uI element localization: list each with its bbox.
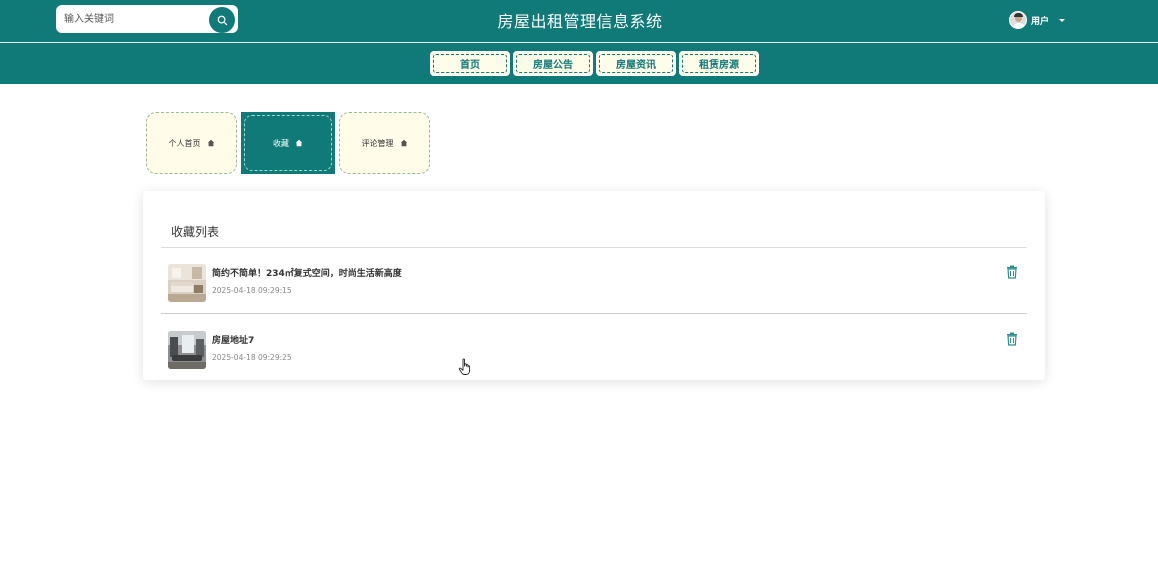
nav-item-label: 租赁房源 [699,60,739,71]
tab-label: 个人首页 [168,138,201,148]
tab-profile-home[interactable]: 个人首页 [146,112,237,174]
list-item[interactable]: 房屋地址7 2025-04-18 09:29:25 [161,315,1027,381]
card-title: 收藏列表 [171,225,220,239]
hand-cursor-icon [458,358,471,375]
nav-item-listings[interactable]: 租赁房源 [679,51,759,76]
home-icon [295,139,303,147]
site-title: 房屋出租管理信息系统 [497,12,663,31]
user-name: 用户 [1031,16,1050,27]
home-icon [400,139,407,147]
nav-item-announcements[interactable]: 房屋公告 [513,51,593,76]
house-thumbnail[interactable] [168,331,206,369]
avatar [1009,11,1027,29]
nav-item-label: 房屋公告 [533,60,573,71]
nav-item-home[interactable]: 首页 [430,51,510,76]
main-nav: 首页 房屋公告 房屋资讯 租赁房源 [430,51,759,76]
item-title[interactable]: 简约不简单！234㎡复式空间，时尚生活新高度 [212,266,402,279]
nav-item-label: 房屋资讯 [616,60,656,71]
item-title[interactable]: 房屋地址7 [212,333,254,346]
favorites-card: 收藏列表 简约不简单！234㎡复式空间，时尚生活新高度 2025-04-18 0… [143,191,1045,380]
house-thumbnail[interactable] [168,264,206,302]
user-menu[interactable]: 用户 [1009,10,1066,30]
item-time: 2025-04-18 09:29:15 [212,286,292,295]
search-button[interactable] [209,7,235,33]
chevron-down-icon [1059,18,1066,22]
tab-label: 评论管理 [361,138,394,148]
list-item[interactable]: 简约不简单！234㎡复式空间，时尚生活新高度 2025-04-18 09:29:… [161,248,1027,314]
search-input[interactable] [64,9,204,29]
trash-icon[interactable] [1006,332,1018,346]
nav-item-label: 首页 [460,60,480,71]
search-icon [217,15,227,25]
nav-item-news[interactable]: 房屋资讯 [596,51,676,76]
tab-favorites[interactable]: 收藏 [241,112,335,174]
profile-tabs: 个人首页 收藏 评论管理 [146,112,430,174]
header-divider [0,42,1158,43]
trash-icon[interactable] [1006,265,1018,279]
tab-comments[interactable]: 评论管理 [339,112,430,174]
tab-label: 收藏 [273,138,289,148]
top-header: 房屋出租管理信息系统 用户 首页 房屋公告 房屋资讯 租赁房源 [0,0,1158,84]
home-icon [207,139,214,147]
item-time: 2025-04-18 09:29:25 [212,353,292,362]
